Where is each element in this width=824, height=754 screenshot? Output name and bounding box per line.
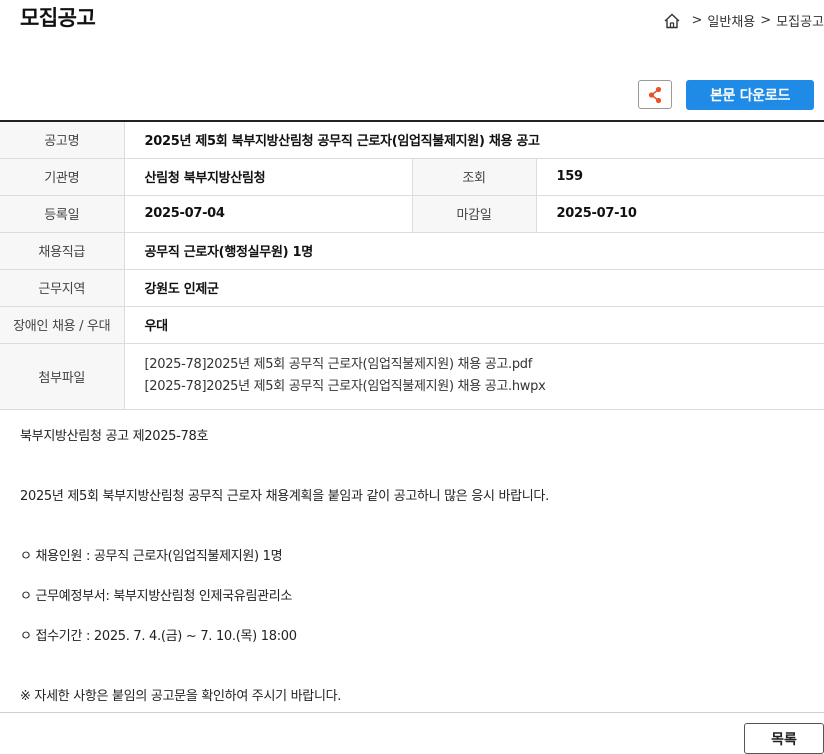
breadcrumb-separator: > [691, 13, 703, 28]
title-value: 2025년 제5회 북부지방산림청 공무직 근로자(임업직불제지원) 채용 공고 [123, 121, 824, 159]
notice-period: ㅇ 접수기간 : 2025. 7. 4.(금) ~ 7. 10.(목) 18:0… [20, 629, 297, 644]
views-value: 159 [535, 158, 824, 196]
notice-number: 북부지방산림청 공고 제2025-78호 [20, 429, 209, 444]
table-row: 장애인 채용 / 우대 우대 [0, 306, 824, 344]
disabled-value: 우대 [123, 306, 824, 344]
disabled-label: 장애인 채용 / 우대 [0, 306, 124, 344]
file-link-pdf[interactable]: [2025-78]2025년 제5회 공무직 근로자(임업직불제지원) 채용 공… [145, 354, 824, 376]
share-button[interactable] [638, 80, 672, 109]
home-icon[interactable] [663, 12, 681, 30]
notice-note: ※ 자세한 사항은 붙임의 공고문을 확인하여 주시기 바랍니다. [20, 689, 342, 704]
page-title: 모집공고 [20, 6, 96, 30]
notice-headcount: ㅇ 채용인원 : 공무직 근로자(임업직불제지원) 1명 [20, 549, 283, 564]
files-label: 첨부파일 [0, 343, 124, 410]
list-button[interactable]: 목록 [744, 723, 824, 754]
breadcrumb-item-notice[interactable]: 모집공고 [776, 11, 824, 30]
deadline-value: 2025-07-10 [535, 195, 824, 233]
file-link-hwpx[interactable]: [2025-78]2025년 제5회 공무직 근로자(임업직불제지원) 채용 공… [145, 376, 824, 398]
views-label: 조회 [411, 158, 536, 196]
table-row: 첨부파일 [2025-78]2025년 제5회 공무직 근로자(임업직불제지원)… [0, 343, 824, 410]
reg-date-label: 등록일 [0, 195, 124, 233]
reg-date-value: 2025-07-04 [123, 195, 412, 233]
notice-intro: 2025년 제5회 북부지방산림청 공무직 근로자 채용계획을 붙임과 같이 공… [20, 489, 549, 504]
divider [0, 712, 824, 713]
notice-department: ㅇ 근무예정부서: 북부지방산림청 인제국유림관리소 [20, 589, 293, 604]
org-value: 산림청 북부지방산림청 [123, 158, 412, 196]
region-value: 강원도 인제군 [123, 269, 824, 307]
deadline-label: 마감일 [411, 195, 536, 233]
share-icon [648, 86, 662, 103]
table-row: 근무지역 강원도 인제군 [0, 269, 824, 307]
table-row: 채용직급 공무직 근로자(행정실무원) 1명 [0, 232, 824, 270]
download-button[interactable]: 본문 다운로드 [686, 80, 814, 110]
title-label: 공고명 [0, 121, 124, 159]
breadcrumb-separator: > [760, 13, 772, 28]
table-row: 등록일 2025-07-04 마감일 2025-07-10 [0, 195, 824, 233]
grade-value: 공무직 근로자(행정실무원) 1명 [123, 232, 824, 270]
region-label: 근무지역 [0, 269, 124, 307]
table-row: 공고명 2025년 제5회 북부지방산림청 공무직 근로자(임업직불제지원) 채… [0, 121, 824, 159]
info-table: 공고명 2025년 제5회 북부지방산림청 공무직 근로자(임업직불제지원) 채… [0, 120, 824, 410]
files-cell: [2025-78]2025년 제5회 공무직 근로자(임업직불제지원) 채용 공… [123, 343, 824, 410]
breadcrumb: > 일반채용 > 모집공고 [663, 11, 824, 30]
grade-label: 채용직급 [0, 232, 124, 270]
org-label: 기관명 [0, 158, 124, 196]
table-row: 기관명 산림청 북부지방산림청 조회 159 [0, 158, 824, 196]
breadcrumb-item-recruit[interactable]: 일반채용 [707, 11, 755, 30]
